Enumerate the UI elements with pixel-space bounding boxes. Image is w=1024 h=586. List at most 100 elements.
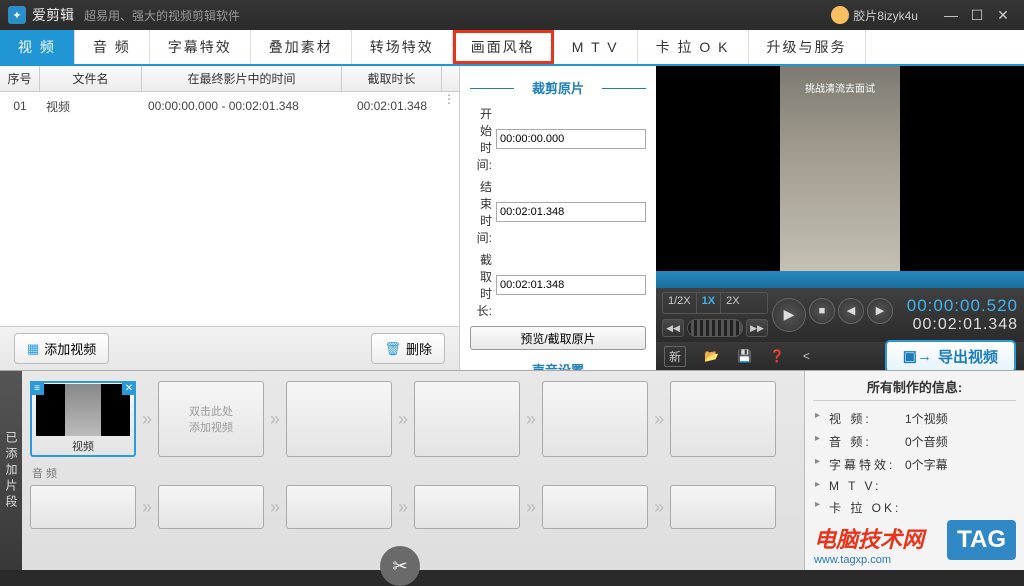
added-clips-label: 已添加片段 [0,371,22,570]
arrow-icon: » [654,409,664,430]
info-row: ▸音 频:0个音频 [813,430,1016,453]
tab-subtitle[interactable]: 字幕特效 [150,30,251,64]
cell-name: 视频 [40,92,142,120]
clip-placeholder[interactable] [670,381,776,457]
open-icon[interactable]: 📂 [704,349,719,363]
tab-upgrade[interactable]: 升级与服务 [749,30,866,64]
trash-icon: 🗑 [384,341,401,357]
expand-icon[interactable]: ▸ [815,433,829,450]
expand-icon[interactable]: ▸ [815,499,829,516]
next-frame-button[interactable]: ▶ [867,298,893,324]
audio-clip-placeholder[interactable] [542,485,648,529]
clip-badge-icon: ≡ [30,381,44,395]
audio-track: » » » » » [30,485,796,529]
share-icon[interactable]: < [803,349,810,363]
start-time-input[interactable] [496,129,646,149]
arrow-icon: » [270,409,280,430]
clip-placeholder[interactable]: 双击此处 添加视频 [158,381,264,457]
add-video-button[interactable]: ▦ 添加视频 [14,333,109,364]
avatar-icon [831,6,849,24]
delete-button[interactable]: 🗑 删除 [371,333,445,364]
speed-1x[interactable]: 1X [697,293,721,313]
expand-icon[interactable]: ▸ [815,479,829,493]
playback-controls: 1/2X 1X 2X ◀◀ ▶▶ ▶ ■ ◀ ▶ 00:00:00.520 00… [656,288,1024,342]
tab-video[interactable]: 视 频 [0,30,75,64]
audio-clip-placeholder[interactable] [30,485,136,529]
list-toolbar: ▦ 添加视频 🗑 删除 [0,326,459,370]
tab-mtv[interactable]: M T V [554,30,638,64]
actions-bar: 新 📂 💾 ❓ < ▣→ 导出视频 [656,342,1024,370]
row-menu-icon[interactable]: ⋮ [442,92,456,120]
expand-icon[interactable]: ▸ [815,456,829,473]
new-button[interactable]: 新 [664,346,686,367]
clip-placeholder[interactable] [542,381,648,457]
arrow-icon: » [142,497,152,518]
clip-placeholder[interactable] [286,381,392,457]
minimize-button[interactable]: — [938,7,964,23]
speed-selector: 1/2X 1X 2X [662,292,768,314]
col-index: 序号 [0,66,40,91]
video-thumbnail: 挑战清流去面试 [780,66,900,271]
cell-duration: 00:02:01.348 [342,92,442,120]
step-fwd-button[interactable]: ▶▶ [746,319,768,337]
table-row[interactable]: 01 视频 00:00:00.000 - 00:02:01.348 00:02:… [0,92,459,120]
table-header: 序号 文件名 在最终影片中的时间 截取时长 [0,66,459,92]
clip-list-panel: 序号 文件名 在最终影片中的时间 截取时长 01 视频 00:00:00.000… [0,66,460,370]
audio-clip-placeholder[interactable] [158,485,264,529]
app-title: 爱剪辑 [32,5,74,25]
clip-close-icon[interactable]: ✕ [122,381,136,395]
tab-audio[interactable]: 音 频 [75,30,150,64]
timeline-scrubber[interactable] [656,271,1024,288]
video-preview[interactable]: 挑战清流去面试 [656,66,1024,271]
current-time: 00:00:00.520 [907,296,1018,316]
col-filename: 文件名 [40,66,142,91]
end-time-input[interactable] [496,202,646,222]
audio-clip-placeholder[interactable] [670,485,776,529]
speed-half[interactable]: 1/2X [663,293,697,313]
clip-item[interactable]: ≡ ✕ 视频 [30,381,136,457]
arrow-icon: » [654,497,664,518]
end-label: 结束时间: [470,178,492,246]
crop-title: 裁剪原片 [470,78,646,97]
audio-label: 音 频 [32,465,796,481]
play-button[interactable]: ▶ [772,298,806,332]
video-caption: 挑战清流去面试 [780,80,900,95]
stop-button[interactable]: ■ [809,298,835,324]
export-icon: ▣→ [903,347,932,365]
expand-icon[interactable]: ▸ [815,410,829,427]
tag-badge: TAG [947,520,1016,560]
info-title: 所有制作的信息: [813,377,1016,401]
save-icon[interactable]: 💾 [737,349,752,363]
user-area[interactable]: 胶片8izyk4u [831,6,918,24]
speed-2x[interactable]: 2X [721,293,744,313]
titlebar: ✦ 爱剪辑 超易用、强大的视频剪辑软件 胶片8izyk4u — ☐ ✕ [0,0,1024,30]
video-track: ≡ ✕ 视频 » 双击此处 添加视频 » » » » [30,381,796,457]
duration-input[interactable] [496,275,646,295]
close-button[interactable]: ✕ [990,7,1016,24]
app-logo: ✦ [8,6,26,24]
app-subtitle: 超易用、强大的视频剪辑软件 [84,7,240,24]
audio-clip-placeholder[interactable] [286,485,392,529]
clip-placeholder[interactable] [414,381,520,457]
arrow-icon: » [270,497,280,518]
scissors-icon[interactable]: ✂ [380,546,420,570]
username: 胶片8izyk4u [853,7,918,24]
prev-frame-button[interactable]: ◀ [838,298,864,324]
help-icon[interactable]: ❓ [770,349,785,363]
info-row: ▸字幕特效:0个字幕 [813,453,1016,476]
arrow-icon: » [526,409,536,430]
start-label: 开始时间: [470,105,492,173]
jog-wheel[interactable] [687,319,743,337]
tab-style[interactable]: 画面风格 [453,30,554,64]
preview-crop-button[interactable]: 预览/截取原片 [470,326,646,350]
audio-clip-placeholder[interactable] [414,485,520,529]
tab-karaoke[interactable]: 卡 拉 O K [638,30,749,64]
preview-panel: 挑战清流去面试 1/2X 1X 2X ◀◀ ▶▶ ▶ ■ ◀ [656,66,1024,370]
step-back-button[interactable]: ◀◀ [662,319,684,337]
maximize-button[interactable]: ☐ [964,7,990,24]
export-video-button[interactable]: ▣→ 导出视频 [885,340,1016,373]
main-tabs: 视 频 音 频 字幕特效 叠加素材 转场特效 画面风格 M T V 卡 拉 O … [0,30,1024,66]
cell-index: 01 [0,92,40,120]
tab-overlay[interactable]: 叠加素材 [251,30,352,64]
tab-transition[interactable]: 转场特效 [352,30,453,64]
